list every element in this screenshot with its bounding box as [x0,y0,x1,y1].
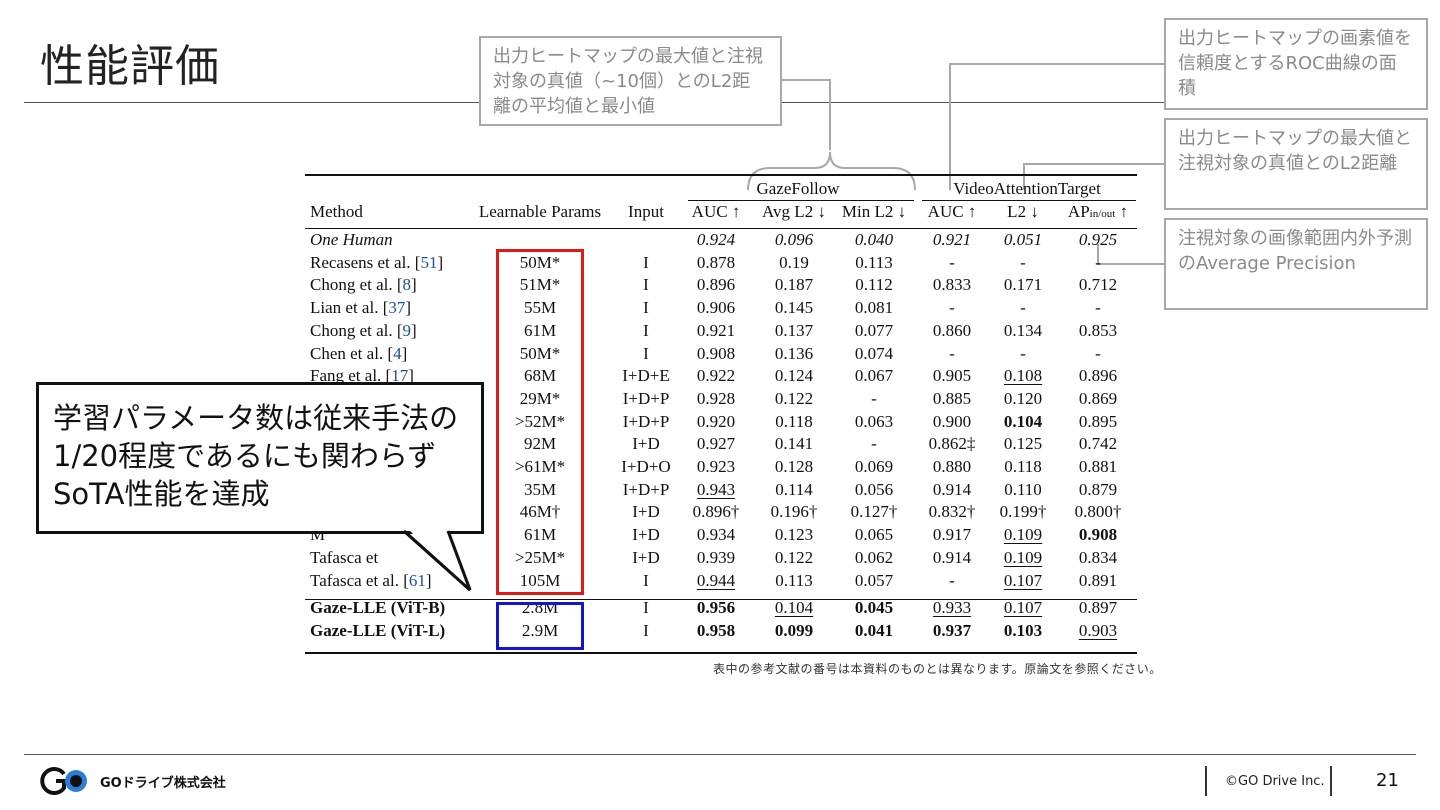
footer-separator-right [1330,766,1332,796]
footer-separator-left [1205,766,1207,796]
go-logo-icon [40,767,87,795]
company-logo: GOドライブ株式会社 [40,766,226,796]
page-number: 21 [1376,770,1399,791]
reference-note: 表中の参考文献の番号は本資料のものとは異なります。原論文を参照ください。 [713,662,1162,676]
footer-divider [24,754,1416,755]
copyright: ©GO Drive Inc. [1225,774,1325,789]
speech-bubble: 学習パラメータ数は従来手法の1/20程度であるにも関わらずSoTA性能を達成 [36,382,484,534]
company-name: GOドライブ株式会社 [100,775,226,791]
